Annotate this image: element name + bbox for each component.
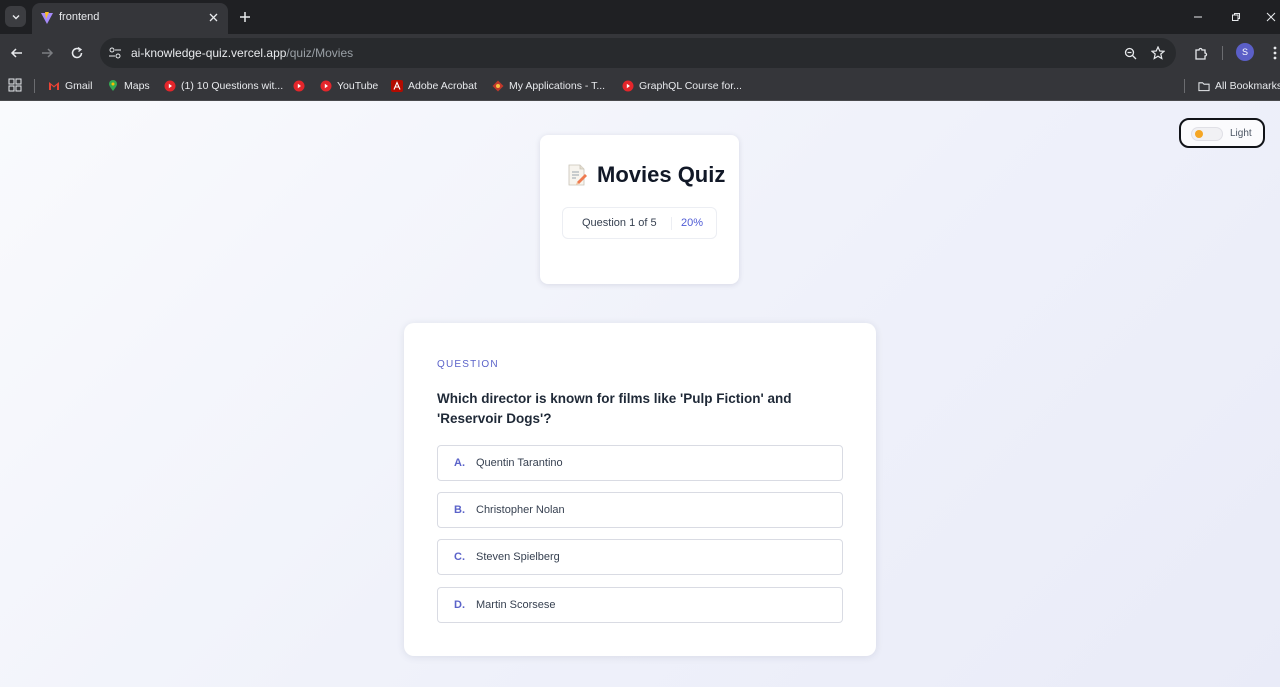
quiz-title: Movies Quiz (597, 162, 726, 187)
question-label: QUESTION (437, 359, 499, 370)
apps-grid-icon[interactable] (8, 78, 22, 92)
bookmark-youtube[interactable]: YouTube (320, 77, 378, 95)
zoom-icon[interactable] (1122, 45, 1138, 61)
option-letter: A. (454, 457, 465, 469)
bookmark-graphql-course[interactable]: GraphQL Course for... (622, 77, 742, 95)
bookmark-label: My Applications - T... (509, 80, 606, 92)
option-text: Steven Spielberg (476, 551, 560, 563)
progress-text: Question 1 of 5 (582, 217, 657, 229)
bookmark-label: Maps (124, 80, 150, 92)
bookmark-maps[interactable]: Maps (107, 77, 150, 95)
bookmark-label: YouTube (337, 80, 379, 92)
plus-icon (240, 12, 250, 22)
answer-option-b[interactable]: B. Christopher Nolan (437, 492, 843, 528)
bookmarks-divider (34, 79, 35, 93)
reload-button[interactable] (68, 44, 86, 62)
close-window-button[interactable] (1262, 8, 1280, 26)
bookmark-youtube-unnamed[interactable] (293, 77, 310, 95)
toolbar-divider (1222, 46, 1223, 60)
back-button[interactable] (8, 44, 26, 62)
restore-button[interactable] (1227, 8, 1245, 26)
theme-label: Light (1230, 128, 1252, 139)
option-text: Christopher Nolan (476, 504, 565, 516)
question-text: Which director is known for films like '… (437, 391, 792, 426)
bookmark-star-icon[interactable] (1150, 45, 1166, 61)
url-text: ai-knowledge-quiz.vercel.app/quiz/Movies (131, 46, 353, 60)
app-icon (492, 80, 504, 92)
memo-icon (568, 164, 587, 186)
reload-icon (71, 46, 83, 59)
progress-percent: 20% (681, 217, 704, 229)
bookmarks-divider-right (1184, 79, 1185, 93)
option-letter: B. (454, 504, 465, 516)
tab-title: frontend (59, 11, 100, 23)
page-content: Light Movies Quiz Question 1 of 5 20% QU… (0, 101, 1280, 687)
answer-option-d[interactable]: D. Martin Scorsese (437, 587, 843, 623)
bookmark-adobe-acrobat[interactable]: Adobe Acrobat (391, 77, 477, 95)
youtube-icon (320, 80, 332, 92)
all-bookmarks-button[interactable]: All Bookmarks (1198, 77, 1280, 95)
arrow-left-icon (10, 48, 22, 58)
question-card: QUESTION Which director is known for fil… (404, 323, 876, 656)
theme-toggle[interactable]: Light (1179, 118, 1265, 148)
bookmark-label: GraphQL Course for... (639, 80, 742, 92)
close-icon (1266, 12, 1276, 22)
quiz-header-card: Movies Quiz Question 1 of 5 20% (540, 135, 739, 284)
bookmark-my-applications[interactable]: My Applications - T... (492, 77, 605, 95)
minimize-button[interactable] (1189, 8, 1207, 26)
answer-option-a[interactable]: A. Quentin Tarantino (437, 445, 843, 481)
bookmark-label: (1) 10 Questions wit... (181, 80, 284, 92)
vite-favicon-icon (41, 12, 53, 24)
puzzle-icon (1194, 47, 1207, 60)
gmail-icon (48, 80, 60, 92)
url-host: ai-knowledge-quiz.vercel.app (131, 46, 287, 60)
forward-button[interactable] (38, 44, 56, 62)
option-letter: C. (454, 551, 465, 563)
toggle-knob (1195, 130, 1203, 138)
progress-divider (671, 217, 672, 230)
option-text: Martin Scorsese (476, 599, 556, 611)
chevron-down-icon (12, 14, 19, 19)
address-bar[interactable]: ai-knowledge-quiz.vercel.app/quiz/Movies (100, 38, 1176, 68)
profile-avatar[interactable]: S (1236, 43, 1254, 61)
extensions-button[interactable] (1192, 44, 1210, 62)
browser-tab-bar: frontend (0, 0, 1280, 34)
folder-icon (1198, 80, 1210, 92)
url-path: /quiz/Movies (286, 46, 354, 60)
tab-search-button[interactable] (5, 6, 26, 27)
maps-icon (107, 80, 119, 92)
toggle-track (1191, 127, 1223, 141)
acrobat-icon (391, 80, 403, 92)
bookmark-youtube-questions[interactable]: (1) 10 Questions wit... (164, 77, 283, 95)
bookmark-label: Adobe Acrobat (408, 80, 477, 92)
browser-tab[interactable]: frontend (32, 3, 228, 34)
site-info-icon[interactable] (108, 46, 122, 60)
progress-indicator: Question 1 of 5 20% (562, 207, 717, 239)
bookmark-label: Gmail (65, 80, 93, 92)
more-vertical-icon (1273, 46, 1277, 60)
tab-close-icon[interactable] (206, 10, 220, 24)
answer-option-c[interactable]: C. Steven Spielberg (437, 539, 843, 575)
arrow-right-icon (42, 48, 54, 58)
youtube-icon (622, 80, 634, 92)
minimize-icon (1194, 16, 1202, 18)
restore-icon (1232, 13, 1240, 21)
bookmark-gmail[interactable]: Gmail (48, 77, 92, 95)
new-tab-button[interactable] (236, 8, 254, 26)
browser-toolbar: ai-knowledge-quiz.vercel.app/quiz/Movies… (0, 34, 1280, 72)
youtube-icon (293, 80, 305, 92)
option-text: Quentin Tarantino (476, 457, 563, 469)
youtube-icon (164, 80, 176, 92)
more-menu-button[interactable] (1266, 44, 1280, 62)
all-bookmarks-label: All Bookmarks (1215, 80, 1280, 92)
bookmarks-bar: Gmail Maps (1) 10 Questions wit... YouTu… (0, 72, 1280, 101)
option-letter: D. (454, 599, 465, 611)
